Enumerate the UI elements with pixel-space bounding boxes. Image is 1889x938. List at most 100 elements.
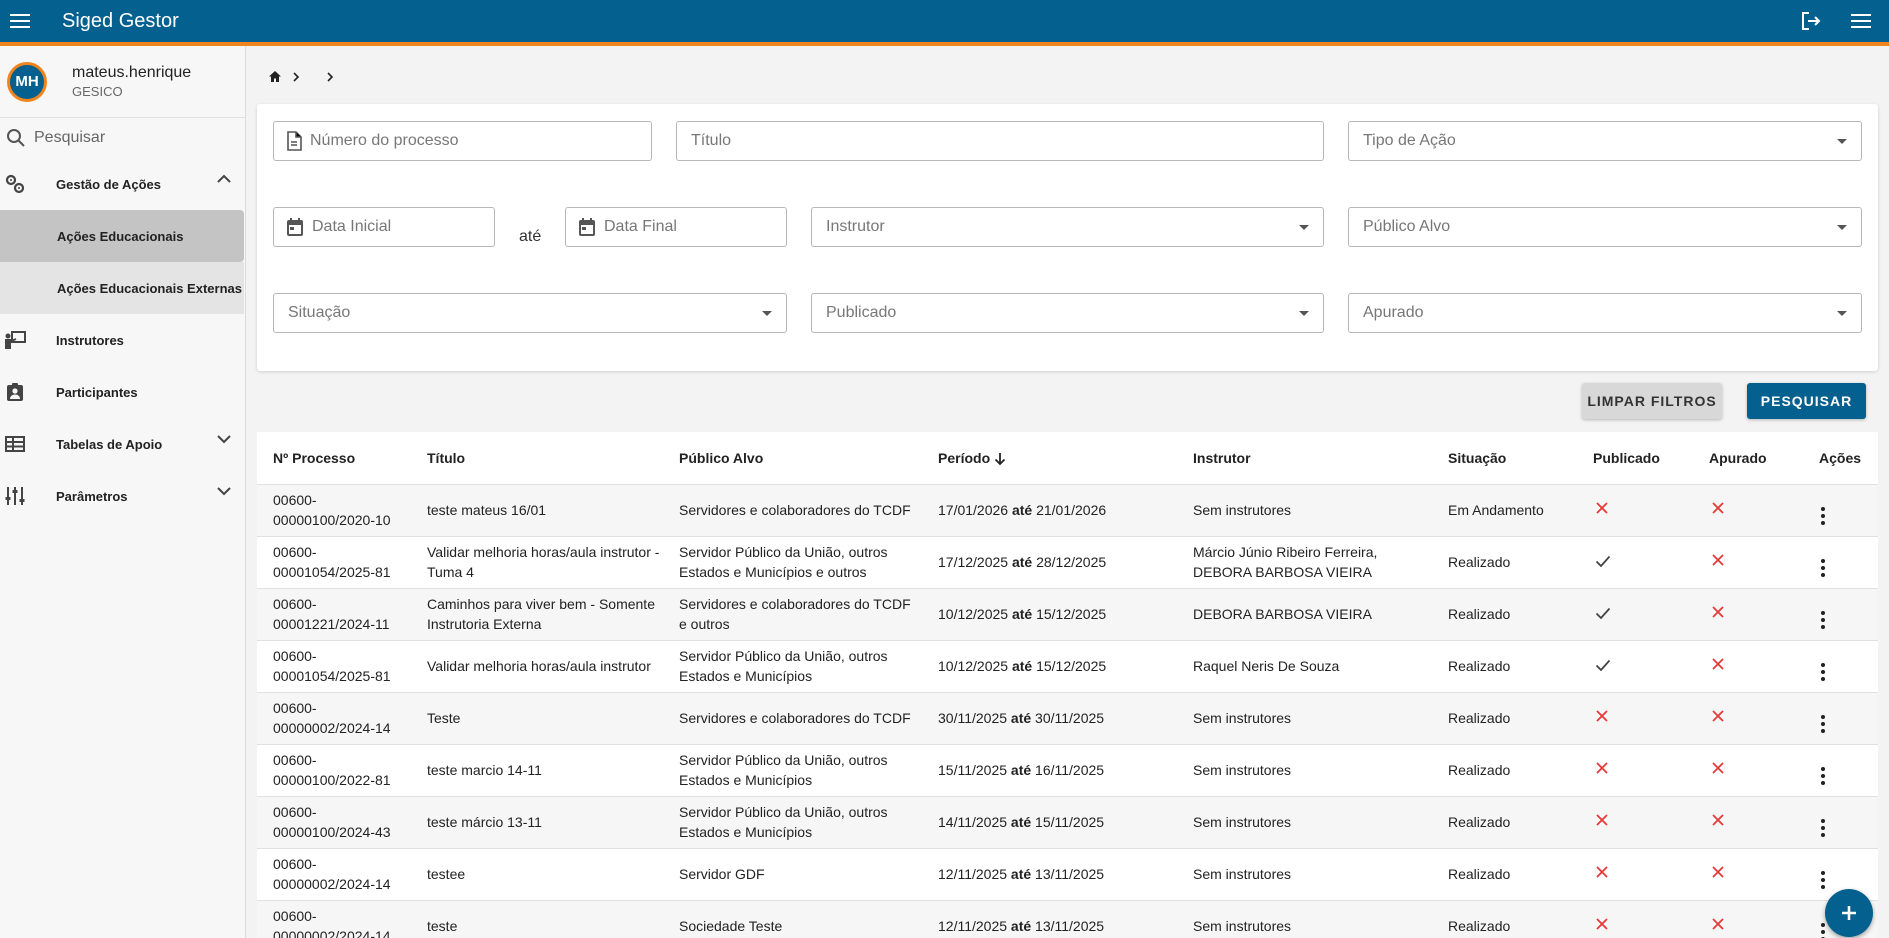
cell-publico-alvo: Servidores e colaboradores do TCDF bbox=[663, 692, 922, 745]
table-row[interactable]: 00600-00000100/2020-10 teste mateus 16/01… bbox=[257, 484, 1878, 537]
periodo-inicio: 30/11/2025 bbox=[938, 710, 1008, 726]
more-vert-icon[interactable] bbox=[1813, 610, 1833, 629]
cell-publicado bbox=[1577, 484, 1693, 537]
close-icon bbox=[1595, 761, 1609, 775]
column-header[interactable]: Situação bbox=[1432, 432, 1577, 485]
periodo-fim: 13/11/2025 bbox=[1035, 918, 1105, 934]
data-final-field[interactable]: Data Final bbox=[565, 207, 787, 247]
cell-apurado bbox=[1693, 848, 1803, 901]
publico-alvo-select[interactable]: Público Alvo bbox=[1348, 207, 1862, 247]
sort-descending-icon[interactable] bbox=[994, 452, 1006, 466]
cell-situacao: Realizado bbox=[1432, 536, 1577, 589]
sidebar-item-instrutores[interactable]: Instrutores bbox=[0, 314, 245, 366]
sidebar-item-label: Instrutores bbox=[56, 332, 124, 348]
cell-instrutor: Sem instrutores bbox=[1177, 796, 1432, 849]
column-header[interactable]: Publicado bbox=[1577, 432, 1693, 485]
cell-titulo: teste márcio 13-11 bbox=[411, 796, 663, 849]
logout-button[interactable] bbox=[1793, 3, 1829, 39]
cell-publicado bbox=[1577, 536, 1693, 589]
table-row[interactable]: 00600-00000100/2024-43 teste márcio 13-11… bbox=[257, 796, 1878, 849]
more-vert-icon[interactable] bbox=[1813, 818, 1833, 837]
cell-periodo: 12/11/2025 até 13/11/2025 bbox=[922, 848, 1177, 901]
sidebar-item-parametros[interactable]: Parâmetros bbox=[0, 470, 245, 522]
cell-processo: 00600-00000002/2024-14 bbox=[257, 900, 411, 938]
more-vert-icon[interactable] bbox=[1813, 558, 1833, 577]
hamburger-icon bbox=[1851, 14, 1871, 28]
plus-icon bbox=[1842, 906, 1856, 920]
close-icon bbox=[1711, 813, 1725, 827]
cell-publico-alvo: Servidor Público da União, outros Estado… bbox=[663, 744, 922, 797]
sidebar-search bbox=[0, 118, 245, 158]
avatar[interactable]: MH bbox=[7, 61, 47, 102]
column-header[interactable]: Apurado bbox=[1693, 432, 1803, 485]
sidebar-item-participantes[interactable]: Participantes bbox=[0, 366, 245, 418]
more-vert-icon[interactable] bbox=[1813, 870, 1833, 889]
table-row[interactable]: 00600-00000002/2024-14 Teste Servidores e … bbox=[257, 692, 1878, 745]
cell-acoes bbox=[1803, 796, 1878, 849]
column-header[interactable]: Público Alvo bbox=[663, 432, 922, 485]
sidebar-item-acoes-educacionais[interactable]: Ações Educacionais bbox=[0, 210, 244, 262]
cell-situacao: Realizado bbox=[1432, 588, 1577, 641]
more-vert-icon[interactable] bbox=[1813, 506, 1833, 525]
cell-apurado bbox=[1693, 796, 1803, 849]
periodo-inicio: 15/11/2025 bbox=[938, 762, 1008, 778]
situacao-select[interactable]: Situação bbox=[273, 293, 787, 333]
table-row[interactable]: 00600-00000002/2024-14 teste Sociedade Tes… bbox=[257, 900, 1878, 938]
add-action-button[interactable] bbox=[1825, 889, 1873, 937]
table-row[interactable]: 00600-00001054/2025-81 Validar melhoria h… bbox=[257, 640, 1878, 693]
numero-processo-field[interactable]: Número do processo bbox=[273, 121, 652, 161]
more-vert-icon[interactable] bbox=[1813, 714, 1833, 733]
table-row[interactable]: 00600-00000100/2022-81 teste marcio 14-11… bbox=[257, 744, 1878, 797]
more-vert-icon[interactable] bbox=[1813, 662, 1833, 681]
cell-instrutor: Sem instrutores bbox=[1177, 848, 1432, 901]
instrutor-select[interactable]: Instrutor bbox=[811, 207, 1324, 247]
data-inicial-field[interactable]: Data Inicial bbox=[273, 207, 495, 247]
sidebar-item-acoes-educacionais-externas[interactable]: Ações Educacionais Externas bbox=[0, 262, 244, 314]
periodo-separator: até bbox=[1010, 814, 1032, 830]
menu-toggle-button[interactable] bbox=[0, 1, 40, 41]
periodo-fim: 15/12/2025 bbox=[1036, 658, 1107, 674]
close-icon bbox=[1595, 709, 1609, 723]
column-header[interactable]: Título bbox=[411, 432, 663, 485]
table-row[interactable]: 00600-00001221/2024-11 Caminhos para vive… bbox=[257, 588, 1878, 641]
sidebar-item-gestao-acoes[interactable]: Gestão de Ações bbox=[0, 158, 245, 210]
breadcrumb bbox=[268, 70, 336, 83]
cell-publicado bbox=[1577, 900, 1693, 938]
cell-instrutor: Raquel Neris De Souza bbox=[1177, 640, 1432, 693]
cell-acoes bbox=[1803, 484, 1878, 537]
titulo-field[interactable]: Título bbox=[676, 121, 1324, 161]
home-icon[interactable] bbox=[268, 70, 282, 83]
field-placeholder: Apurado bbox=[1363, 304, 1424, 321]
field-placeholder: Situação bbox=[288, 304, 351, 321]
close-icon bbox=[1595, 501, 1609, 515]
calendar-icon bbox=[578, 217, 596, 237]
table-row[interactable]: 00600-00000002/2024-14 testee Servidor GDF… bbox=[257, 848, 1878, 901]
sidebar-item-tabelas-apoio[interactable]: Tabelas de Apoio bbox=[0, 418, 245, 470]
search-button[interactable]: PESQUISAR bbox=[1747, 383, 1866, 419]
periodo-separator: até bbox=[1010, 866, 1032, 882]
cell-processo: 00600-00000100/2022-81 bbox=[257, 744, 411, 797]
column-header[interactable]: Nº Processo bbox=[257, 432, 411, 485]
column-header[interactable]: Instrutor bbox=[1177, 432, 1432, 485]
periodo-inicio: 12/11/2025 bbox=[938, 918, 1008, 934]
clear-filters-button[interactable]: LIMPAR FILTROS bbox=[1582, 383, 1722, 419]
cell-periodo: 14/11/2025 até 15/11/2025 bbox=[922, 796, 1177, 849]
document-icon bbox=[286, 131, 302, 151]
close-icon bbox=[1711, 501, 1725, 515]
apurado-select[interactable]: Apurado bbox=[1348, 293, 1862, 333]
periodo-separator: até bbox=[1011, 554, 1033, 570]
check-icon bbox=[1595, 607, 1611, 619]
options-menu-button[interactable] bbox=[1843, 3, 1879, 39]
sidebar-search-input[interactable] bbox=[34, 129, 234, 147]
user-block: MH mateus.henrique GESICO bbox=[0, 46, 245, 118]
cell-publico-alvo: Servidor Público da União, outros Estado… bbox=[663, 640, 922, 693]
dropdown-arrow-icon bbox=[762, 311, 772, 316]
more-vert-icon[interactable] bbox=[1813, 766, 1833, 785]
periodo-fim: 28/12/2025 bbox=[1036, 554, 1107, 570]
dropdown-arrow-icon bbox=[1837, 139, 1847, 144]
cell-publico-alvo: Servidor Público da União, outros Estado… bbox=[663, 796, 922, 849]
publicado-select[interactable]: Publicado bbox=[811, 293, 1324, 333]
column-header-periodo[interactable]: Período bbox=[922, 432, 1177, 485]
tipo-acao-select[interactable]: Tipo de Ação bbox=[1348, 121, 1862, 161]
table-row[interactable]: 00600-00001054/2025-81 Validar melhoria h… bbox=[257, 536, 1878, 589]
